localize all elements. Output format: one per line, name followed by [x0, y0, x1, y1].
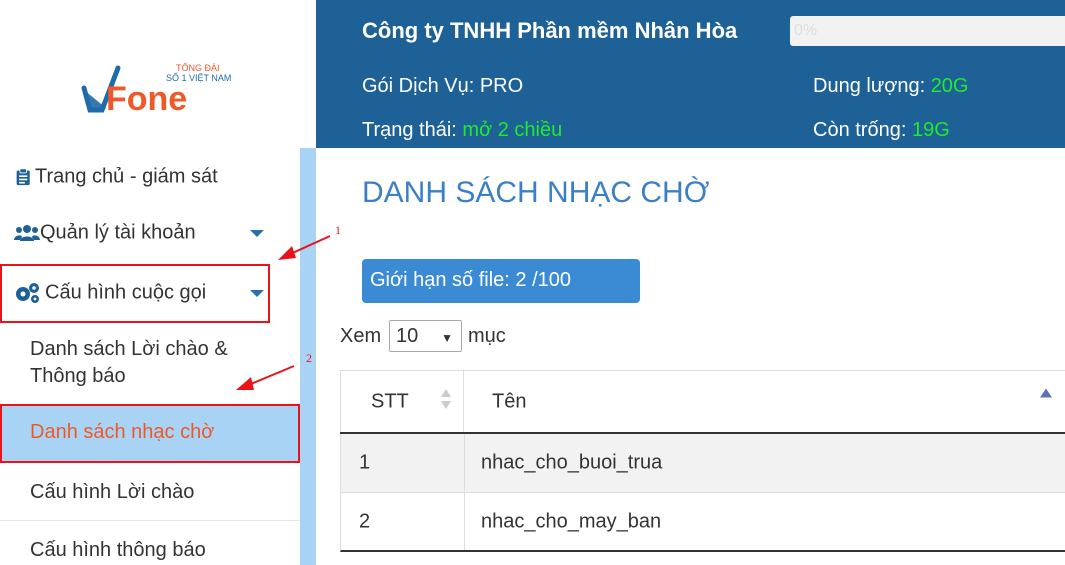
capacity-value: 20G — [930, 75, 969, 97]
cell-text: 2 — [359, 510, 371, 532]
service-plan: Gói Dịch Vụ: PRO — [362, 75, 523, 98]
svg-text:TỔNG ĐÀI: TỔNG ĐÀI — [176, 62, 220, 73]
table-header-row: STT Tên — [340, 370, 1065, 434]
column-header-label: Tên — [492, 390, 527, 412]
sidebar-subitem-label: Danh sách Lời chào & — [30, 338, 228, 360]
table-cell-stt: 1 — [341, 434, 465, 492]
capacity: Dung lượng: 20G — [813, 75, 969, 98]
sidebar-scrollbar[interactable] — [300, 148, 316, 565]
sidebar-subitem-label: Cấu hình Lời chào — [30, 481, 195, 503]
column-header-name[interactable]: Tên — [464, 371, 1065, 432]
annotation-highlight-box-2 — [0, 404, 300, 463]
sidebar-item-label: Quản lý tài khoản — [40, 221, 196, 244]
page-size-select[interactable]: 10 ▼ — [389, 320, 462, 352]
annotation-highlight-box-1 — [0, 264, 270, 323]
sort-down-icon — [441, 401, 451, 409]
chevron-down-icon: ▼ — [441, 331, 453, 345]
cell-text: nhac_cho_may_ban — [481, 510, 662, 532]
table-cell-name: nhac_cho_may_ban — [465, 493, 1065, 550]
sidebar-subitem-notification-config[interactable]: Cấu hình thông báo — [0, 522, 300, 565]
sort-up-icon — [441, 389, 451, 397]
column-header-stt[interactable]: STT — [340, 371, 464, 432]
free-space: Còn trống: 19G — [813, 119, 950, 142]
sidebar-subitem-greetings-list[interactable]: Danh sách Lời chào & Thông báo — [0, 336, 300, 392]
sidebar-subitem-greeting-config[interactable]: Cấu hình Lời chào — [0, 464, 300, 520]
chevron-down-icon — [250, 230, 264, 237]
sidebar-item-accounts[interactable]: Quản lý tài khoản — [0, 208, 300, 258]
table-cell-stt: 2 — [341, 493, 465, 550]
status-label: Trạng thái: — [362, 119, 463, 141]
svg-text:Fone: Fone — [106, 80, 187, 118]
show-label: Xem — [340, 325, 382, 347]
sidebar-subitem-label-line2: Thông báo — [30, 365, 126, 387]
storage-progress-bar: 0% — [790, 16, 1065, 46]
plan-label: Gói Dịch Vụ: — [362, 75, 480, 97]
sidebar-item-label: Trang chủ - giám sát — [35, 165, 218, 188]
cell-text: nhac_cho_buoi_trua — [481, 451, 663, 474]
svg-text:SỐ 1 VIỆT NAM: SỐ 1 VIỆT NAM — [166, 72, 231, 83]
column-header-label: STT — [371, 390, 409, 412]
plan-value: PRO — [479, 75, 524, 97]
users-icon — [14, 225, 40, 241]
sort-up-icon — [1040, 388, 1052, 398]
vfone-logo: Fone TỔNG ĐÀI SỐ 1 VIỆT NAM — [81, 62, 231, 118]
page-size-value: 10 — [396, 325, 419, 347]
show-suffix: mục — [468, 325, 506, 347]
sidebar-subitem-label: Cấu hình thông báo — [30, 539, 206, 561]
company-name: Công ty TNHH Phần mềm Nhân Hòa — [362, 18, 738, 43]
header: Công ty TNHH Phần mềm Nhân Hòa 0% Gói Dị… — [316, 0, 1065, 148]
divider — [0, 520, 300, 521]
annotation-label-1: 1 — [335, 223, 341, 237]
sidebar-item-home[interactable]: Trang chủ - giám sát — [0, 152, 300, 202]
file-limit-badge: Giới hạn số file: 2 /100 — [362, 259, 640, 303]
clipboard-icon — [16, 168, 30, 186]
status-value: mở 2 chiều — [462, 119, 563, 141]
cell-text: 1 — [359, 451, 371, 474]
page-title: DANH SÁCH NHẠC CHỜ — [362, 176, 710, 209]
table-row: 2 nhac_cho_may_ban — [340, 493, 1065, 552]
capacity-label: Dung lượng: — [813, 75, 931, 97]
free-label: Còn trống: — [813, 119, 912, 141]
table-cell-name: nhac_cho_buoi_trua — [465, 434, 1065, 492]
status: Trạng thái: mở 2 chiều — [362, 119, 562, 142]
free-value: 19G — [911, 119, 950, 141]
sidebar: Fone TỔNG ĐÀI SỐ 1 VIỆT NAM Trang chủ - … — [0, 0, 316, 565]
table-row: 1 nhac_cho_buoi_trua — [340, 434, 1065, 493]
storage-progress-text: 0% — [794, 22, 818, 39]
